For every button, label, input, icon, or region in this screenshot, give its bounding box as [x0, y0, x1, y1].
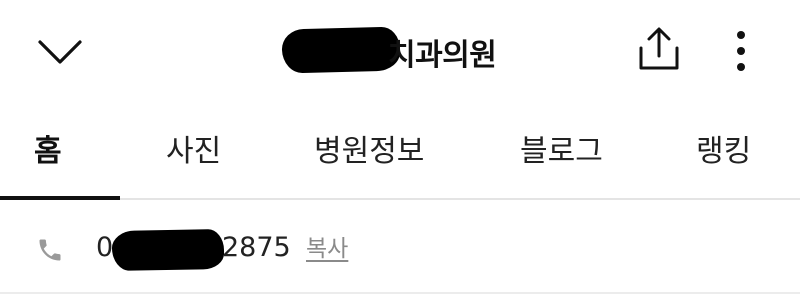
- page-title-text: 치과의원: [388, 38, 497, 73]
- tab-photos[interactable]: 사진: [166, 128, 221, 176]
- phone-redaction: [111, 229, 225, 271]
- title-redaction: [281, 26, 401, 74]
- tab-ranking[interactable]: 랭킹: [696, 128, 751, 176]
- tab-bar: 홈 사진 병원정보 블로그 랭킹: [0, 100, 800, 200]
- top-app-bar: 치과의원: [0, 0, 800, 100]
- page-title: 치과의원: [281, 22, 522, 78]
- more-options-button[interactable]: [728, 28, 754, 74]
- phone-number-suffix: 2875: [222, 232, 291, 263]
- phone-row: 0 2875 복사: [0, 200, 800, 292]
- tab-blog[interactable]: 블로그: [520, 128, 603, 176]
- section-divider: [0, 292, 800, 294]
- tab-hospital-info[interactable]: 병원정보: [314, 128, 424, 176]
- copy-phone-button[interactable]: 복사: [306, 233, 348, 265]
- tab-home[interactable]: 홈: [34, 128, 62, 176]
- back-button[interactable]: [36, 34, 84, 70]
- share-button[interactable]: [636, 26, 682, 74]
- phone-number-prefix: 0: [96, 232, 114, 263]
- more-vertical-icon: [737, 31, 745, 71]
- phone-icon: [39, 239, 61, 261]
- share-icon: [639, 27, 679, 70]
- chevron-down-icon: [38, 40, 82, 64]
